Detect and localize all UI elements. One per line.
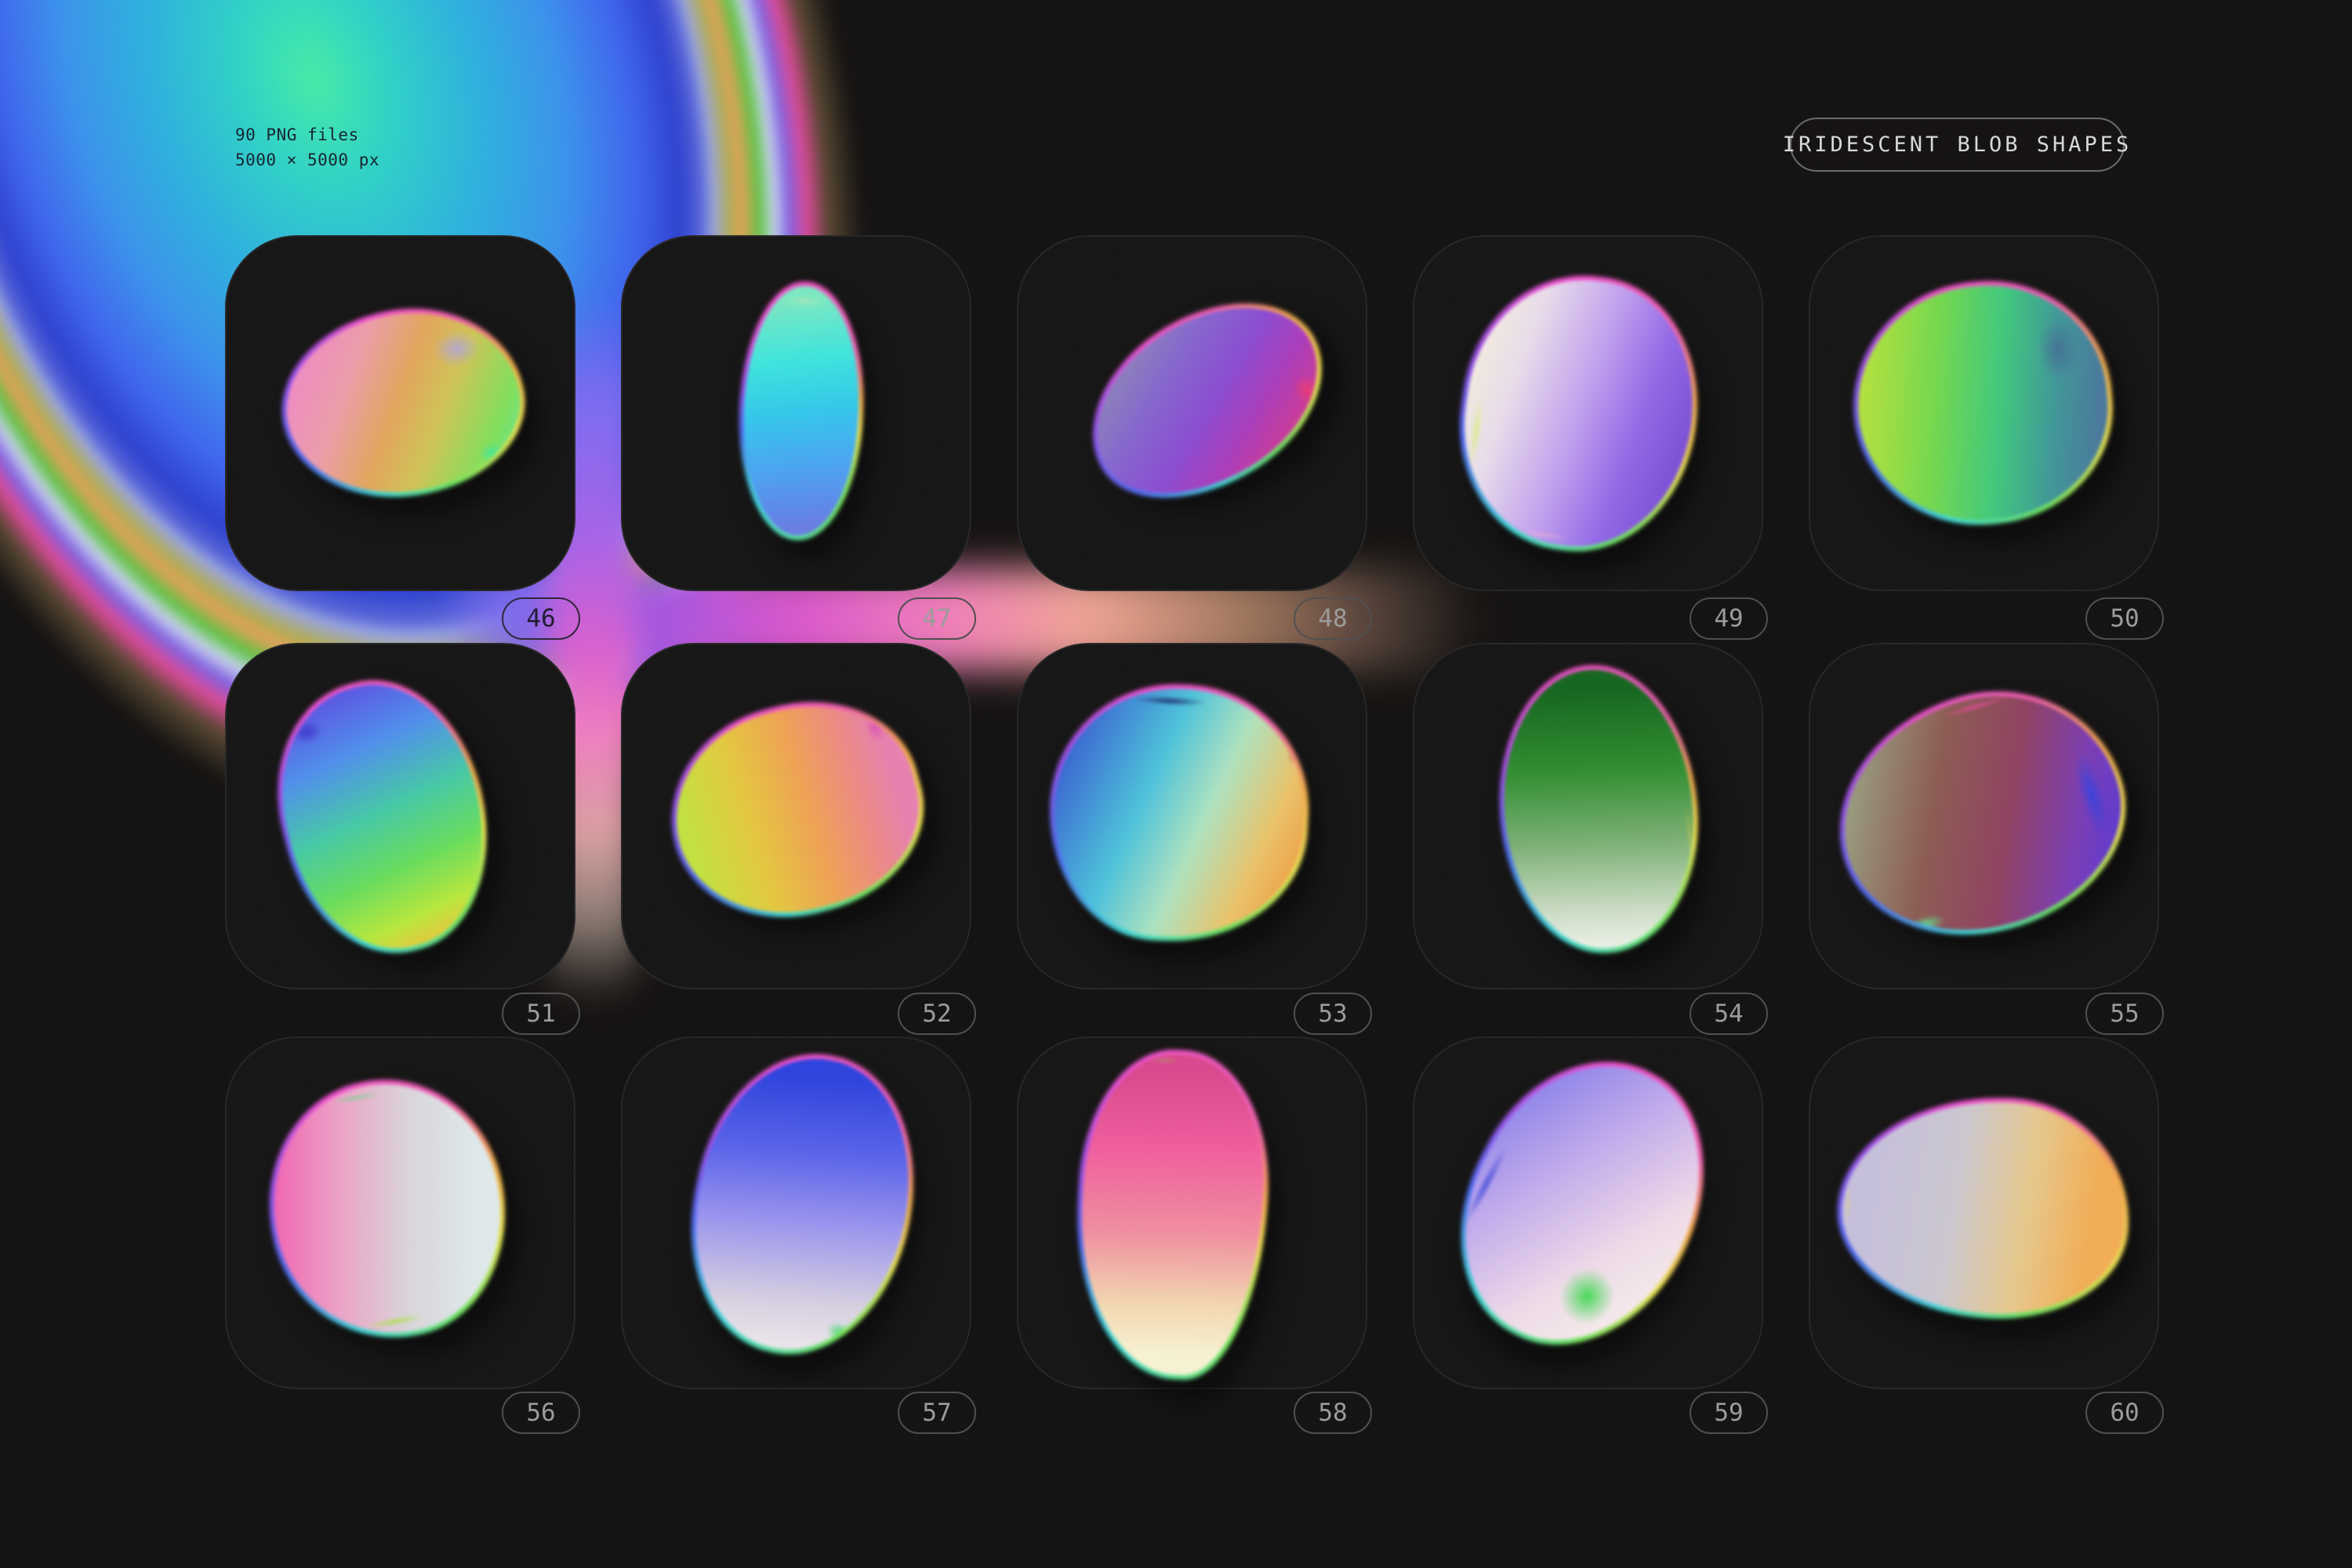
blob	[1443, 260, 1715, 566]
tile-number-badge: 50	[2085, 597, 2164, 640]
blob-gradient-core	[258, 665, 509, 968]
tile-number: 59	[1714, 1399, 1743, 1427]
title-badge: IRIDESCENT BLOB SHAPES	[1790, 118, 2125, 172]
tile: 51	[225, 643, 575, 989]
tile: 49	[1413, 235, 1763, 591]
tile-number-badge: 52	[898, 993, 976, 1035]
tile-number-badge: 46	[502, 597, 580, 640]
tile-number-badge: 57	[898, 1392, 976, 1434]
tile-number: 52	[922, 1000, 951, 1028]
tile-number-badge: 48	[1294, 597, 1372, 640]
tile-number-badge: 54	[1690, 993, 1768, 1035]
tile-number-badge: 56	[502, 1392, 580, 1434]
file-count-line: 90 PNG files	[235, 125, 359, 144]
file-size-line: 5000 × 5000 px	[235, 151, 379, 169]
tile: 53	[1017, 643, 1367, 989]
blob	[735, 279, 867, 542]
tile-number: 47	[922, 604, 951, 633]
blob	[252, 659, 514, 975]
tile: 46	[225, 235, 575, 591]
blob	[1490, 659, 1707, 960]
blob	[648, 676, 946, 944]
tile-number: 46	[526, 604, 555, 633]
blob-gradient-core	[1816, 666, 2147, 962]
blob	[1810, 660, 2153, 967]
tile: 59	[1413, 1036, 1763, 1389]
title-badge-label: IRIDESCENT BLOB SHAPES	[1783, 132, 2132, 157]
blob	[1056, 263, 1356, 538]
tile-number-badge: 55	[2085, 993, 2164, 1035]
tile-number: 60	[2110, 1399, 2139, 1427]
blob-gradient-core	[255, 1066, 521, 1351]
tile: 52	[621, 643, 971, 989]
blob-gradient-core	[1849, 276, 2118, 531]
tile-number: 53	[1318, 1000, 1347, 1028]
tile: 55	[1809, 643, 2159, 989]
blob-gradient-core	[1449, 266, 1710, 561]
tile-number-badge: 47	[898, 597, 976, 640]
tile-number: 55	[2110, 1000, 2139, 1028]
tile: 48	[1017, 235, 1367, 591]
blob	[249, 1061, 526, 1356]
tile-number-badge: 51	[502, 993, 580, 1035]
blob	[1414, 1021, 1751, 1386]
blob-gradient-core	[275, 299, 532, 506]
blob-gradient-core	[653, 681, 940, 938]
tile-number: 49	[1714, 604, 1743, 633]
blob-gradient-core	[671, 1040, 935, 1370]
tile-number: 58	[1318, 1399, 1347, 1427]
file-info-text: 90 PNG files 5000 × 5000 px	[235, 122, 379, 172]
tile-number: 57	[922, 1399, 951, 1427]
blob	[1832, 1089, 2135, 1325]
tile-number: 48	[1318, 604, 1347, 633]
tile-grid: 46 47 48 49	[0, 0, 2352, 1568]
tile: 54	[1413, 643, 1763, 989]
tile-number-badge: 53	[1294, 993, 1372, 1035]
tile-number-badge: 59	[1690, 1392, 1768, 1434]
tile: 50	[1809, 235, 2159, 591]
tile: 56	[225, 1036, 575, 1389]
blob	[1044, 678, 1316, 949]
tile: 57	[621, 1036, 971, 1389]
tile-number-badge: 58	[1294, 1392, 1372, 1434]
tile-number: 54	[1714, 1000, 1743, 1028]
tile-number-badge: 60	[2085, 1392, 2164, 1434]
tile-number: 51	[526, 1000, 555, 1028]
tile: 47	[621, 235, 971, 591]
tile-number: 50	[2110, 604, 2139, 633]
blob	[1843, 270, 2122, 535]
tile: 60	[1809, 1036, 2159, 1389]
blob	[666, 1034, 940, 1375]
tile-number-badge: 49	[1690, 597, 1768, 640]
blob	[270, 294, 536, 513]
blob	[1069, 1045, 1276, 1384]
tile-number: 56	[526, 1399, 555, 1427]
tile: 58	[1017, 1036, 1367, 1389]
